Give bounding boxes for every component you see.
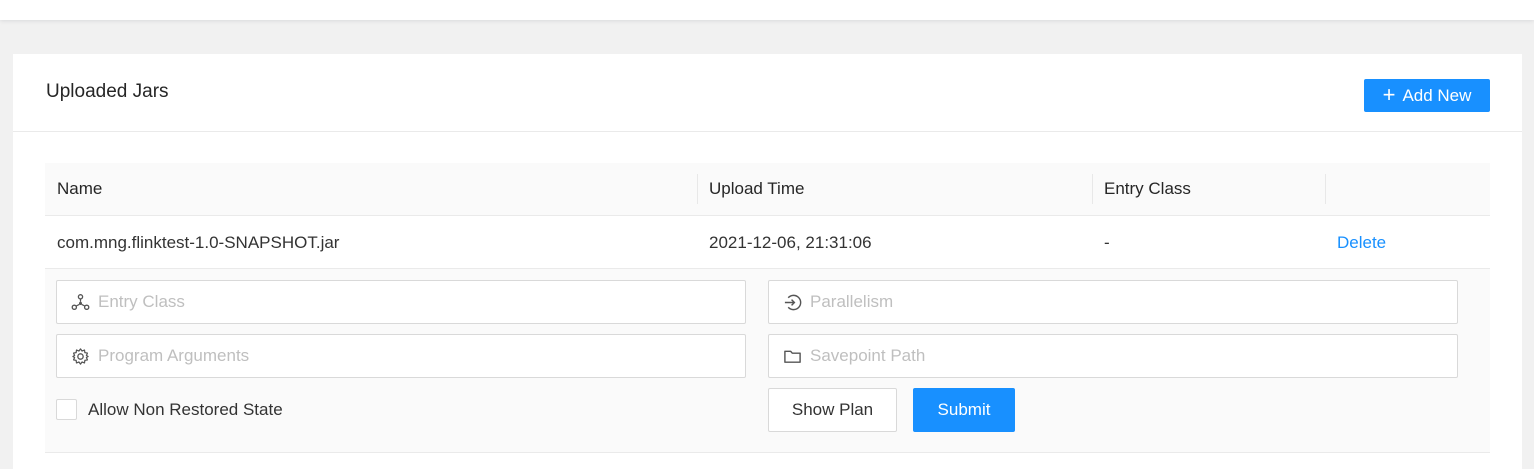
parallelism-input[interactable] bbox=[810, 292, 1430, 312]
folder-icon bbox=[784, 350, 801, 363]
login-arrow-icon bbox=[784, 294, 802, 310]
gear-icon bbox=[72, 347, 89, 365]
table-header: Name Upload Time Entry Class bbox=[45, 163, 1490, 216]
column-header-entry-class: Entry Class bbox=[1104, 179, 1191, 198]
savepoint-path-input[interactable] bbox=[810, 346, 1430, 366]
add-new-label: Add New bbox=[1402, 85, 1472, 105]
parallelism-field[interactable] bbox=[768, 280, 1458, 324]
upload-time-cell: 2021-12-06, 21:31:06 bbox=[709, 233, 872, 252]
uploaded-jars-card: Uploaded Jars + Add New Name Upload Time… bbox=[13, 54, 1522, 469]
entry-class-cell: - bbox=[1104, 233, 1110, 252]
allow-non-restored-label: Allow Non Restored State bbox=[88, 399, 283, 419]
table-row[interactable]: com.mng.flinktest-1.0-SNAPSHOT.jar 2021-… bbox=[45, 216, 1490, 269]
card-title: Uploaded Jars bbox=[46, 81, 169, 102]
column-divider bbox=[697, 174, 698, 204]
plus-icon: + bbox=[1382, 81, 1396, 107]
delete-link[interactable]: Delete bbox=[1337, 233, 1386, 253]
top-header-bar bbox=[0, 0, 1534, 20]
column-divider bbox=[1092, 174, 1093, 204]
program-arguments-field[interactable] bbox=[56, 334, 746, 378]
column-header-name: Name bbox=[57, 179, 103, 198]
jars-table: Name Upload Time Entry Class com.mng.fli… bbox=[45, 163, 1490, 453]
column-header-upload-time: Upload Time bbox=[709, 179, 805, 198]
submit-job-form: Allow Non Restored State Show Plan Submi… bbox=[45, 269, 1490, 453]
jar-name-cell: com.mng.flinktest-1.0-SNAPSHOT.jar bbox=[57, 233, 340, 252]
submit-button[interactable]: Submit bbox=[913, 388, 1015, 432]
show-plan-button[interactable]: Show Plan bbox=[768, 388, 897, 432]
savepoint-path-field[interactable] bbox=[768, 334, 1458, 378]
entry-class-input[interactable] bbox=[98, 292, 718, 312]
add-new-button[interactable]: + Add New bbox=[1364, 79, 1490, 112]
allow-non-restored-option[interactable]: Allow Non Restored State bbox=[56, 399, 283, 420]
allow-non-restored-checkbox[interactable] bbox=[56, 399, 77, 420]
entry-class-field[interactable] bbox=[56, 280, 746, 324]
column-divider bbox=[1325, 174, 1326, 204]
program-arguments-input[interactable] bbox=[98, 346, 718, 366]
card-header: Uploaded Jars + Add New bbox=[13, 54, 1522, 132]
cluster-icon bbox=[71, 293, 90, 310]
